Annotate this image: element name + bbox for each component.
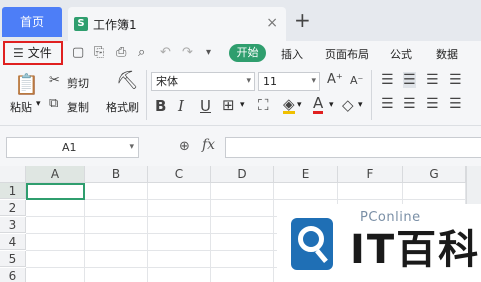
formula-input[interactable]: [225, 137, 481, 158]
chevron-down-icon: ▾: [311, 76, 316, 86]
pconline-logo-icon: [291, 218, 333, 270]
copy-button[interactable]: 复制: [67, 99, 89, 115]
font-color-icon[interactable]: A: [313, 96, 324, 114]
column-line: [210, 183, 211, 282]
save-icon[interactable]: ▢: [72, 45, 84, 60]
paste-icon[interactable]: 📋: [14, 72, 39, 96]
file-menu-button[interactable]: ☰ 文件: [3, 41, 63, 65]
chevron-down-icon[interactable]: ▾: [358, 100, 363, 110]
font-size-value: 11: [263, 75, 277, 88]
row-header[interactable]: 6: [0, 268, 26, 282]
align-left-icon[interactable]: ☰: [381, 96, 394, 112]
align-center-icon[interactable]: ☰: [403, 96, 416, 112]
tab-home[interactable]: 首页: [2, 7, 62, 37]
underline-button[interactable]: U: [200, 97, 211, 115]
chevron-down-icon: ▾: [246, 76, 251, 86]
format-painter-icon: ⛏: [116, 70, 139, 91]
column-header[interactable]: B: [85, 166, 148, 183]
row-header[interactable]: 1: [0, 183, 26, 199]
menu-tab-formula[interactable]: 公式: [390, 46, 412, 62]
column-header[interactable]: D: [211, 166, 274, 183]
hamburger-icon: ☰: [13, 46, 24, 60]
menu-tab-start[interactable]: 开始: [229, 44, 266, 62]
tab-workbook[interactable]: S 工作簿1 ×: [68, 7, 286, 41]
watermark-brand-small: PConline: [360, 210, 421, 225]
cell-reference: A1: [62, 141, 77, 154]
row-header[interactable]: 4: [0, 234, 26, 250]
export-icon[interactable]: ⎘: [94, 45, 104, 60]
italic-button[interactable]: I: [178, 97, 184, 115]
eraser-icon[interactable]: ◇: [342, 96, 354, 114]
select-all-corner[interactable]: [0, 166, 26, 183]
row-header[interactable]: 3: [0, 217, 26, 233]
column-header[interactable]: E: [274, 166, 338, 183]
format-painter-button[interactable]: 格式刷: [106, 99, 139, 115]
border-icon[interactable]: ⊞: [222, 96, 235, 114]
ribbon-divider: [146, 70, 147, 120]
watermark-brand-big: IT百科: [350, 227, 481, 273]
row-header[interactable]: 5: [0, 251, 26, 267]
close-icon[interactable]: ×: [266, 15, 278, 31]
scissors-icon: ✂: [49, 73, 60, 88]
menu-tab-data[interactable]: 数据: [436, 46, 458, 62]
fill-bucket-icon[interactable]: ⛶: [258, 96, 269, 114]
preview-icon[interactable]: ⌕: [138, 45, 145, 60]
align-middle-icon[interactable]: ☰: [403, 72, 416, 88]
align-top-icon[interactable]: ☰: [381, 72, 394, 88]
menu-tab-insert[interactable]: 插入: [281, 46, 303, 62]
ribbon-divider: [371, 70, 372, 120]
align-bottom-icon[interactable]: ☰: [426, 72, 439, 88]
spreadsheet-icon: S: [74, 17, 88, 31]
more-icon[interactable]: ▾: [206, 45, 211, 60]
align-right-icon[interactable]: ☰: [426, 96, 439, 112]
font-name-value: 宋体: [156, 75, 178, 88]
grow-font-icon[interactable]: A⁺: [327, 72, 343, 87]
row-header[interactable]: 2: [0, 200, 26, 216]
workbook-name: 工作簿1: [93, 18, 137, 32]
row-line: [26, 199, 481, 200]
column-header[interactable]: A: [26, 166, 85, 183]
redo-icon[interactable]: ↷: [182, 45, 193, 60]
undo-icon[interactable]: ↶: [160, 45, 171, 60]
menu-tab-page-layout[interactable]: 页面布局: [325, 46, 369, 62]
column-header[interactable]: C: [148, 166, 211, 183]
font-size-select[interactable]: 11 ▾: [258, 72, 320, 91]
column-header[interactable]: G: [403, 166, 466, 183]
chevron-down-icon[interactable]: ▾: [129, 138, 134, 157]
font-name-select[interactable]: 宋体 ▾: [151, 72, 255, 91]
chevron-down-icon[interactable]: ▾: [297, 100, 302, 110]
cut-button[interactable]: 剪切: [67, 75, 89, 91]
column-header[interactable]: F: [338, 166, 403, 183]
paste-dropdown-icon[interactable]: ▾: [36, 99, 41, 109]
highlight-icon[interactable]: ◈: [283, 97, 295, 114]
file-menu-label: 文件: [27, 46, 52, 60]
bold-button[interactable]: B: [155, 97, 166, 115]
chevron-down-icon[interactable]: ▾: [329, 100, 334, 110]
fx-icon[interactable]: fx: [202, 137, 215, 153]
add-tab-button[interactable]: +: [294, 8, 311, 32]
print-icon[interactable]: ⎙: [116, 45, 126, 60]
column-line: [147, 183, 148, 282]
align-justify-icon[interactable]: ☰: [449, 72, 462, 88]
name-box[interactable]: A1 ▾: [6, 137, 139, 158]
column-line: [273, 183, 274, 282]
distribute-icon[interactable]: ☰: [449, 96, 462, 112]
active-cell[interactable]: [26, 183, 85, 200]
copy-icon: ⧉: [49, 96, 59, 111]
chevron-down-icon[interactable]: ▾: [240, 100, 245, 110]
zoom-icon[interactable]: ⊕: [179, 139, 190, 154]
paste-button[interactable]: 粘贴: [10, 99, 32, 115]
shrink-font-icon[interactable]: A⁻: [350, 74, 363, 87]
